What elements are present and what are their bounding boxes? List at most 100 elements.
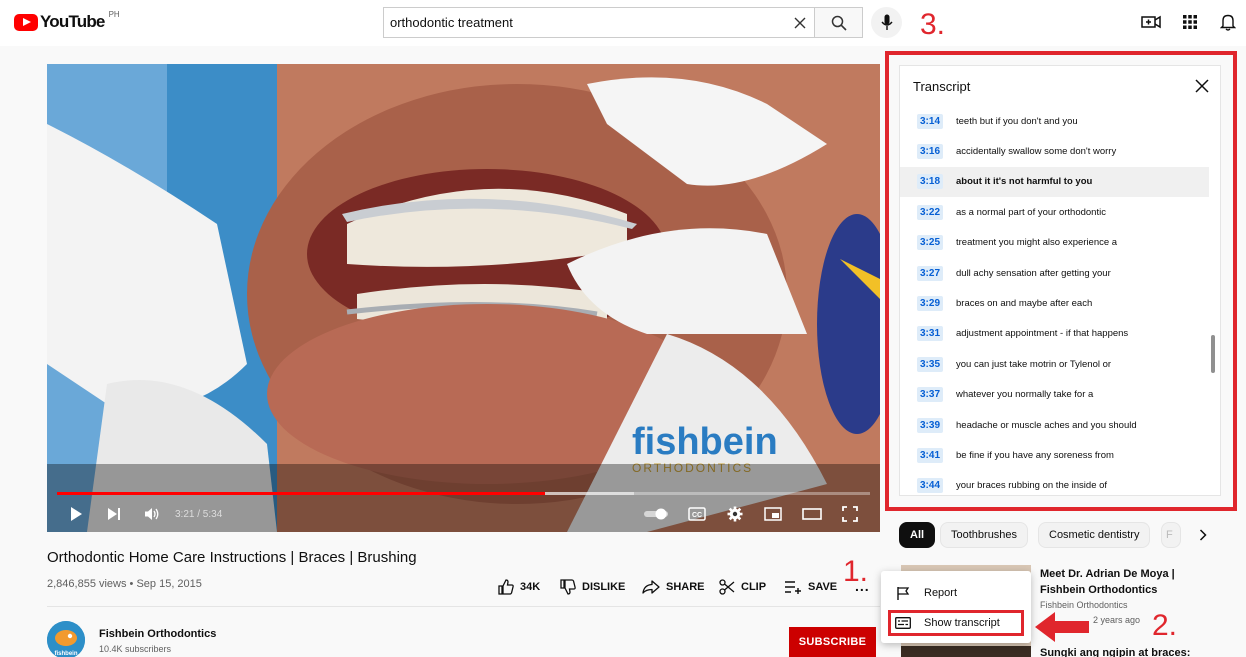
segment-timestamp[interactable]: 3:16 <box>917 143 944 159</box>
share-label: SHARE <box>666 581 705 593</box>
miniplayer-icon <box>764 507 782 521</box>
recommendation-title[interactable]: Sungki ang ngipin at braces: <box>1040 647 1190 657</box>
recommendation-channel: Fishbein Orthodontics <box>1040 600 1128 610</box>
divider <box>47 606 880 607</box>
segment-timestamp[interactable]: 3:25 <box>917 235 944 251</box>
segment-text: whatever you normally take for a <box>956 389 1094 401</box>
menu-item-report[interactable]: Report <box>881 579 1031 607</box>
clear-search-icon[interactable] <box>786 8 814 37</box>
next-button[interactable] <box>104 500 124 528</box>
progress-bar[interactable] <box>57 492 870 495</box>
channel-logo-icon: fishbein <box>47 621 85 657</box>
thumbs-down-icon <box>560 579 576 595</box>
settings-button[interactable] <box>725 500 745 528</box>
player-controls: 3:21 / 5:34 CC <box>47 500 880 528</box>
segment-text: dull achy sensation after getting your <box>956 267 1111 279</box>
segment-timestamp[interactable]: 3:31 <box>917 326 944 342</box>
segment-text: adjustment appointment - if that happens <box>956 328 1129 340</box>
recommendation-title[interactable]: Meet Dr. Adrian De Moya | Fishbein Ortho… <box>1040 566 1200 598</box>
close-transcript-button[interactable] <box>1192 76 1212 96</box>
segment-timestamp[interactable]: 3:39 <box>917 417 944 433</box>
segment-timestamp[interactable]: 3:41 <box>917 447 944 463</box>
segment-timestamp[interactable]: 3:35 <box>917 356 944 372</box>
search-button[interactable] <box>814 7 863 38</box>
segment-timestamp[interactable]: 3:29 <box>917 295 944 311</box>
play-button[interactable] <box>65 500 87 528</box>
apps-button[interactable] <box>1180 12 1200 32</box>
transcript-segment[interactable]: 3:35 you can just take motrin or Tylenol … <box>900 349 1209 379</box>
miniplayer-button[interactable] <box>763 500 783 528</box>
scissors-icon <box>719 579 735 595</box>
recommendation-thumbnail[interactable] <box>901 646 1031 657</box>
segment-timestamp[interactable]: 3:22 <box>917 204 944 220</box>
segment-timestamp[interactable]: 3:37 <box>917 387 944 403</box>
annotation-step-3: 3. <box>920 8 946 41</box>
captions-icon: CC <box>688 507 706 521</box>
transcript-segment[interactable]: 3:44 your braces rubbing on the inside of <box>900 471 1209 495</box>
watermark-brand: fishbein <box>632 421 778 463</box>
menu-item-label: Report <box>924 587 958 599</box>
transcript-segment[interactable]: 3:41 be fine if you have any soreness fro… <box>900 440 1209 470</box>
segment-text: your braces rubbing on the inside of <box>956 480 1108 492</box>
theater-mode-button[interactable] <box>801 500 823 528</box>
transcript-segment[interactable]: 3:39 headache or muscle aches and you sho… <box>900 410 1209 440</box>
search-input[interactable] <box>390 15 786 30</box>
segment-timestamp[interactable]: 3:27 <box>917 265 944 281</box>
youtube-play-icon <box>14 13 38 31</box>
channel-avatar[interactable]: fishbein <box>47 621 85 657</box>
save-label: SAVE <box>808 581 838 593</box>
play-icon <box>71 507 82 521</box>
transcript-segment[interactable]: 3:27 dull achy sensation after getting yo… <box>900 258 1209 288</box>
next-icon <box>108 508 120 520</box>
country-code: PH <box>108 9 120 19</box>
captions-button[interactable]: CC <box>687 500 707 528</box>
video-meta: 2,846,855 views • Sep 15, 2015 <box>47 578 202 590</box>
transcript-segment[interactable]: 3:31 adjustment appointment - if that hap… <box>900 319 1209 349</box>
chip-all[interactable]: All <box>899 522 936 548</box>
search-bar <box>383 7 863 38</box>
notifications-button[interactable] <box>1218 12 1238 32</box>
transcript-segment[interactable]: 3:18 about it it's not harmful to you <box>900 166 1209 197</box>
transcript-segment[interactable]: 3:14 teeth but if you don't and you <box>900 106 1209 136</box>
fullscreen-icon <box>842 506 858 522</box>
clip-button[interactable]: CLIP <box>719 578 766 596</box>
annotation-step-2: 2. <box>1152 609 1178 642</box>
segment-timestamp[interactable]: 3:14 <box>917 113 944 129</box>
chip-toothbrushes[interactable]: Toothbrushes <box>940 522 1029 548</box>
video-player[interactable]: fishbein ORTHODONTICS 3:21 / 5:34 CC <box>47 64 880 532</box>
transcript-scrollbar[interactable] <box>1211 335 1215 373</box>
transcript-segment[interactable]: 3:25 treatment you might also experience … <box>900 228 1209 258</box>
annotation-step-1: 1. <box>843 555 869 588</box>
close-icon <box>1195 79 1209 93</box>
chips-next-button[interactable] <box>1193 525 1213 545</box>
svg-text:CC: CC <box>692 512 702 519</box>
transcript-segment[interactable]: 3:29 braces on and maybe after each <box>900 288 1209 318</box>
channel-name[interactable]: Fishbein Orthodontics <box>99 628 216 640</box>
chip-cosmetic-dentistry[interactable]: Cosmetic dentistry <box>1038 522 1151 548</box>
transcript-segment[interactable]: 3:37 whatever you normally take for a <box>900 380 1209 410</box>
segment-timestamp[interactable]: 3:18 <box>917 174 944 190</box>
volume-icon <box>145 508 159 520</box>
segment-text: you can just take motrin or Tylenol or <box>956 358 1112 370</box>
youtube-logo[interactable]: YouTube PH <box>14 9 120 32</box>
save-button[interactable]: SAVE <box>784 578 837 596</box>
autoplay-toggle[interactable] <box>642 500 670 528</box>
fullscreen-button[interactable] <box>840 500 860 528</box>
segment-timestamp[interactable]: 3:44 <box>917 478 944 494</box>
share-button[interactable]: SHARE <box>642 578 705 596</box>
volume-button[interactable] <box>142 500 162 528</box>
subscribe-button[interactable]: SUBSCRIBE <box>789 627 876 657</box>
chip-partial[interactable]: F <box>1161 522 1181 548</box>
transcript-panel: Transcript 3:14 teeth but if you don't an… <box>899 65 1221 496</box>
transcript-segment[interactable]: 3:16 accidentally swallow some don't worr… <box>900 136 1209 166</box>
transcript-segment[interactable]: 3:22 as a normal part of your orthodontic <box>900 197 1209 227</box>
like-button[interactable]: 34K <box>498 578 540 596</box>
voice-search-button[interactable] <box>871 7 902 38</box>
video-frame: fishbein ORTHODONTICS <box>47 64 880 532</box>
create-video-button[interactable] <box>1141 12 1161 32</box>
segment-text: accidentally swallow some don't worry <box>956 145 1117 157</box>
autoplay-toggle-icon <box>644 508 668 520</box>
dislike-button[interactable]: DISLIKE <box>560 578 625 596</box>
segment-text: about it it's not harmful to you <box>956 176 1093 188</box>
segment-text: treatment you might also experience a <box>956 237 1118 249</box>
